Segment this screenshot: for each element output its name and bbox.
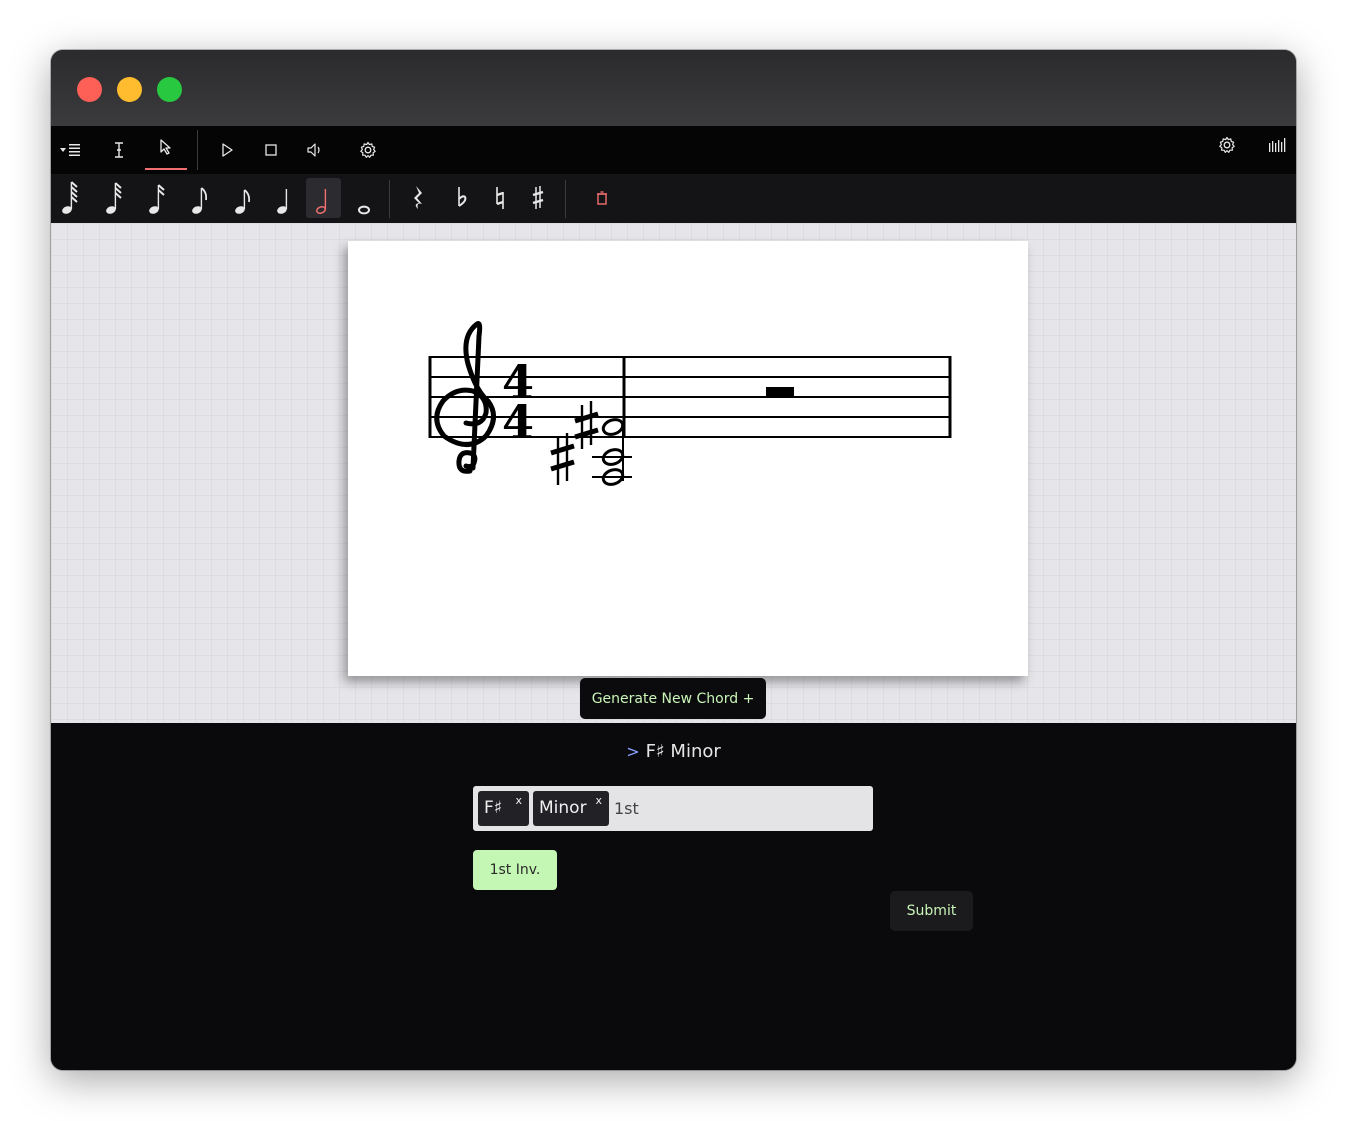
half-rest-icon bbox=[766, 387, 794, 397]
chevron-right-icon[interactable]: > bbox=[626, 742, 639, 761]
maximize-window-button[interactable] bbox=[157, 77, 182, 102]
piano-keys-button[interactable] bbox=[1263, 131, 1291, 159]
half-note-icon[interactable] bbox=[306, 178, 341, 218]
generate-chord-button[interactable]: Generate New Chord + bbox=[580, 678, 766, 719]
flat-icon[interactable] bbox=[449, 179, 475, 217]
sharp-icon bbox=[574, 401, 599, 449]
pointer-tool-button[interactable] bbox=[145, 126, 187, 170]
eighth-note-icon[interactable] bbox=[187, 179, 213, 217]
sharp-icon bbox=[550, 433, 575, 485]
tag-input-text[interactable]: 1st bbox=[614, 786, 639, 831]
gear-icon bbox=[1219, 136, 1235, 153]
stop-button[interactable] bbox=[257, 136, 285, 164]
volume-icon bbox=[307, 143, 320, 157]
remove-tag-icon[interactable]: x bbox=[595, 783, 602, 818]
palette-divider bbox=[389, 180, 390, 218]
piano-keys-icon bbox=[1269, 138, 1286, 152]
whole-note-icon[interactable] bbox=[351, 179, 377, 217]
close-window-button[interactable] bbox=[77, 77, 102, 102]
tag-quality: Minor x bbox=[533, 791, 609, 826]
text-cursor-icon[interactable] bbox=[105, 136, 133, 164]
sixteenth-note-icon[interactable] bbox=[144, 179, 170, 217]
app-window: 4 4 Generate New Chord + > F♯ Minor F♯ x… bbox=[51, 50, 1296, 1070]
sharp-icon[interactable] bbox=[525, 179, 551, 217]
score-staff: 4 4 bbox=[428, 321, 952, 486]
rest-icon[interactable] bbox=[406, 179, 432, 217]
tag-root: F♯ x bbox=[478, 791, 529, 826]
gear-icon bbox=[360, 141, 376, 158]
volume-button[interactable] bbox=[301, 136, 329, 164]
tag-quality-label: Minor bbox=[539, 798, 587, 818]
natural-icon[interactable] bbox=[487, 179, 513, 217]
sixty-fourth-note-icon[interactable] bbox=[57, 179, 83, 217]
stop-icon bbox=[265, 144, 277, 156]
palette-divider bbox=[565, 180, 566, 218]
score-page[interactable]: 4 4 bbox=[348, 241, 1028, 676]
tag-root-label: F♯ bbox=[484, 798, 503, 818]
chord-tag-input[interactable]: F♯ x Minor x 1st bbox=[473, 786, 873, 831]
chord-name: F♯ Minor bbox=[645, 741, 721, 762]
minimize-window-button[interactable] bbox=[117, 77, 142, 102]
toolbar-divider bbox=[197, 130, 198, 170]
trash-icon[interactable] bbox=[589, 184, 615, 212]
settings-button[interactable] bbox=[354, 136, 382, 164]
preferences-button[interactable] bbox=[1213, 131, 1241, 159]
score-editor: 4 4 bbox=[51, 223, 1296, 723]
quarter-note-icon[interactable] bbox=[272, 179, 298, 217]
chord-title[interactable]: > F♯ Minor bbox=[51, 741, 1296, 762]
play-icon bbox=[222, 143, 233, 157]
main-toolbar bbox=[51, 126, 1296, 174]
inversion-suggestion[interactable]: 1st Inv. bbox=[473, 850, 557, 890]
note-palette bbox=[51, 174, 1296, 223]
title-bar bbox=[51, 50, 1296, 126]
chord-panel: > F♯ Minor F♯ x Minor x 1st 1st Inv. Subm… bbox=[51, 723, 1296, 1070]
list-menu-icon[interactable] bbox=[56, 136, 84, 164]
play-button[interactable] bbox=[213, 136, 241, 164]
remove-tag-icon[interactable]: x bbox=[515, 783, 522, 818]
pointer-icon bbox=[160, 139, 171, 155]
thirty-second-note-icon[interactable] bbox=[101, 179, 127, 217]
submit-button[interactable]: Submit bbox=[890, 891, 973, 931]
time-signature-bottom: 4 bbox=[502, 395, 534, 449]
eighth-note-icon[interactable] bbox=[230, 179, 256, 217]
